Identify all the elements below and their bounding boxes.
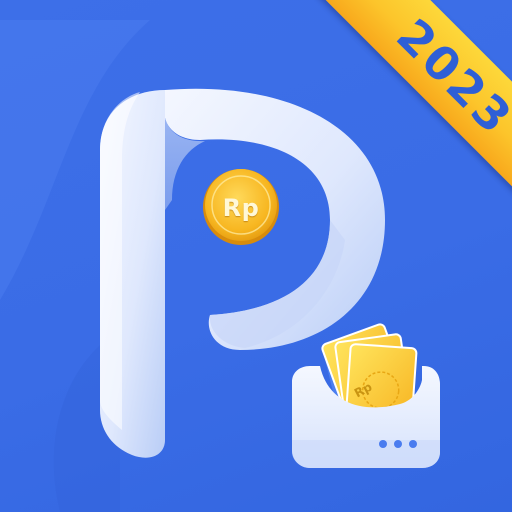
wallet-dot bbox=[379, 440, 387, 448]
wallet-dot bbox=[394, 440, 402, 448]
app-icon[interactable]: Rp Rp 2023 bbox=[0, 0, 512, 512]
wallet-dot bbox=[409, 440, 417, 448]
coin-currency-label: Rp bbox=[222, 194, 260, 222]
